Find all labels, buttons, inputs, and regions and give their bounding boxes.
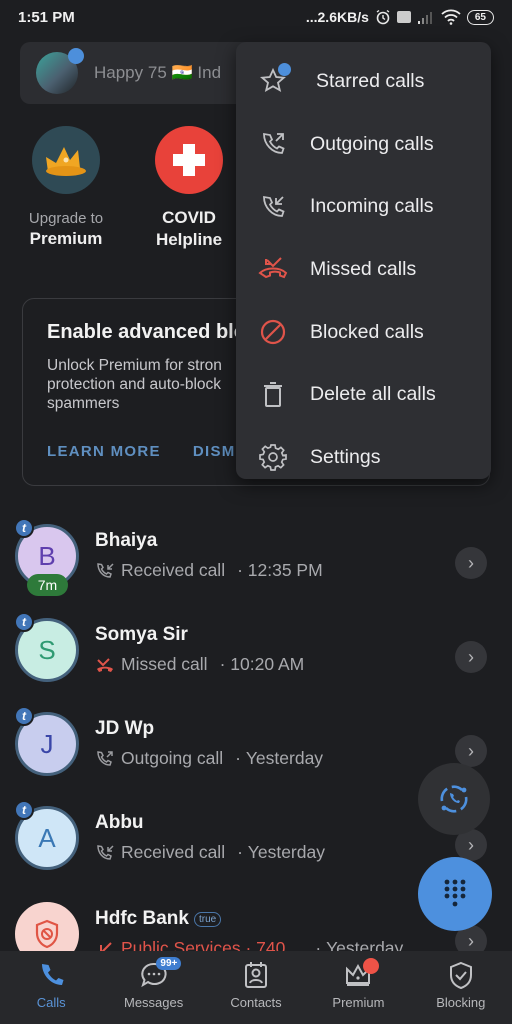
covid-label-bottom: Helpline <box>155 230 223 249</box>
network-speed: ...2.6KB/s <box>305 9 369 25</box>
call-assistant-button[interactable] <box>418 763 490 835</box>
menu-item-delete-all-calls[interactable]: Delete all calls <box>236 363 491 426</box>
truecaller-badge: t <box>14 612 34 632</box>
outgoing-call-icon <box>95 750 115 768</box>
menu-label: Settings <box>310 445 381 468</box>
phone-icon <box>42 964 64 985</box>
incoming-call-icon <box>95 844 115 862</box>
call-assistant-icon <box>440 785 468 813</box>
truecaller-badge: t <box>14 706 34 726</box>
status-icons: ...2.6KB/s 65 <box>306 9 494 25</box>
missed-call-icon <box>258 254 288 284</box>
call-type: Received call <box>121 842 226 862</box>
nav-premium[interactable]: Premium <box>307 951 409 1024</box>
contact-name: Abbu <box>95 812 144 833</box>
profile-avatar[interactable] <box>36 48 84 94</box>
promo-body: Unlock Premium for stron protection and … <box>47 357 222 412</box>
menu-label: Outgoing calls <box>310 132 434 155</box>
nav-messages-label: Messages <box>123 995 184 1010</box>
alarm-icon <box>376 9 390 25</box>
call-type: Outgoing call <box>121 748 224 768</box>
menu-item-incoming-calls[interactable]: Incoming calls <box>236 175 491 238</box>
status-bar: 1:51 PM ...2.6KB/s 65 <box>0 0 512 34</box>
nav-calls-label: Calls <box>36 995 66 1010</box>
trash-icon <box>258 380 288 410</box>
new-indicator-dot <box>278 63 291 77</box>
call-log-screen: 1:51 PM ...2.6KB/s 65 Happy 75 🇮🇳 Ind Up… <box>0 0 512 1024</box>
menu-item-blocked-calls[interactable]: Blocked calls <box>236 301 491 364</box>
chevron-right-icon[interactable]: › <box>455 547 487 579</box>
nav-calls[interactable]: Calls <box>0 951 102 1024</box>
learn-more-button[interactable]: LEARN MORE <box>47 443 161 460</box>
duration-badge: 7m <box>27 574 68 596</box>
messages-count-badge: 99+ <box>156 957 182 970</box>
call-row[interactable]: B t 7m Bhaiya Received call · 12:35 PM › <box>0 518 512 612</box>
dialpad-button[interactable] <box>418 857 492 931</box>
call-time: Yesterday <box>247 842 325 862</box>
menu-label: Starred calls <box>316 69 425 92</box>
call-row[interactable]: S t Somya Sir Missed call · 10:20 AM › <box>0 612 512 706</box>
call-type: Missed call <box>121 654 208 674</box>
covid-label-top: COVID <box>162 208 216 227</box>
contact-name: Hdfc Bank <box>95 908 189 929</box>
contact-name: JD Wp <box>95 718 155 739</box>
contact-card-icon <box>245 962 268 988</box>
notification-dot <box>68 48 84 64</box>
search-placeholder: Happy 75 🇮🇳 Ind <box>94 63 222 82</box>
nav-blocking[interactable]: Blocking <box>410 951 512 1024</box>
status-time: 1:51 PM <box>18 8 75 26</box>
menu-label: Incoming calls <box>310 195 434 218</box>
gear-icon <box>258 442 288 472</box>
chevron-right-icon[interactable]: › <box>455 735 487 767</box>
shield-check-icon <box>449 961 472 989</box>
covid-helpline-button[interactable]: COVID Helpline <box>139 126 239 250</box>
crown-icon <box>32 126 100 194</box>
premium-notification-dot <box>363 958 380 974</box>
dialpad-icon <box>444 879 466 907</box>
star-icon <box>258 63 291 96</box>
incoming-call-icon <box>95 562 115 580</box>
signal-icon <box>417 12 432 24</box>
menu-item-outgoing-calls[interactable]: Outgoing calls <box>236 113 491 176</box>
call-filter-menu: Starred calls Outgoing calls Incoming ca… <box>236 42 491 479</box>
outgoing-call-icon <box>258 129 288 159</box>
verified-badge: true <box>193 911 222 927</box>
truecaller-badge: t <box>14 518 34 538</box>
truecaller-badge: t <box>14 800 34 820</box>
dismiss-button[interactable]: DISMI <box>193 443 241 460</box>
upgrade-label-top: Upgrade to <box>28 210 104 227</box>
menu-label: Missed calls <box>310 257 417 280</box>
call-time: 10:20 AM <box>230 654 305 674</box>
call-time: 12:35 PM <box>247 560 323 580</box>
block-icon <box>258 317 288 347</box>
chevron-right-icon[interactable]: › <box>455 641 487 673</box>
battery-icon: 65 <box>466 9 494 25</box>
contact-name: Bhaiya <box>95 530 158 551</box>
call-type: Received call <box>121 560 226 580</box>
contact-name: Somya Sir <box>95 624 188 645</box>
menu-item-missed-calls[interactable]: Missed calls <box>236 238 491 301</box>
upgrade-label-bottom: Premium <box>29 229 103 248</box>
shield-block-icon <box>35 919 59 949</box>
medical-cross-icon <box>155 126 223 194</box>
nav-blocking-label: Blocking <box>436 995 486 1010</box>
nav-messages[interactable]: 99+ Messages <box>102 951 204 1024</box>
nav-premium-label: Premium <box>332 995 385 1010</box>
upgrade-premium-button[interactable]: Upgrade to Premium <box>16 126 116 249</box>
menu-label: Blocked calls <box>310 320 424 343</box>
wifi-icon <box>441 9 461 25</box>
nav-contacts-label: Contacts <box>230 995 282 1010</box>
bottom-navigation: Calls 99+ Messages Contacts Premium Bloc… <box>0 951 512 1024</box>
call-time: Yesterday <box>245 748 324 768</box>
nav-contacts[interactable]: Contacts <box>205 951 307 1024</box>
menu-item-settings[interactable]: Settings <box>236 426 491 489</box>
menu-item-starred-calls[interactable]: Starred calls <box>236 50 491 113</box>
incoming-call-icon <box>258 192 288 222</box>
menu-label: Delete all calls <box>310 383 436 406</box>
missed-call-icon <box>95 656 115 674</box>
volte-icon <box>396 11 411 23</box>
